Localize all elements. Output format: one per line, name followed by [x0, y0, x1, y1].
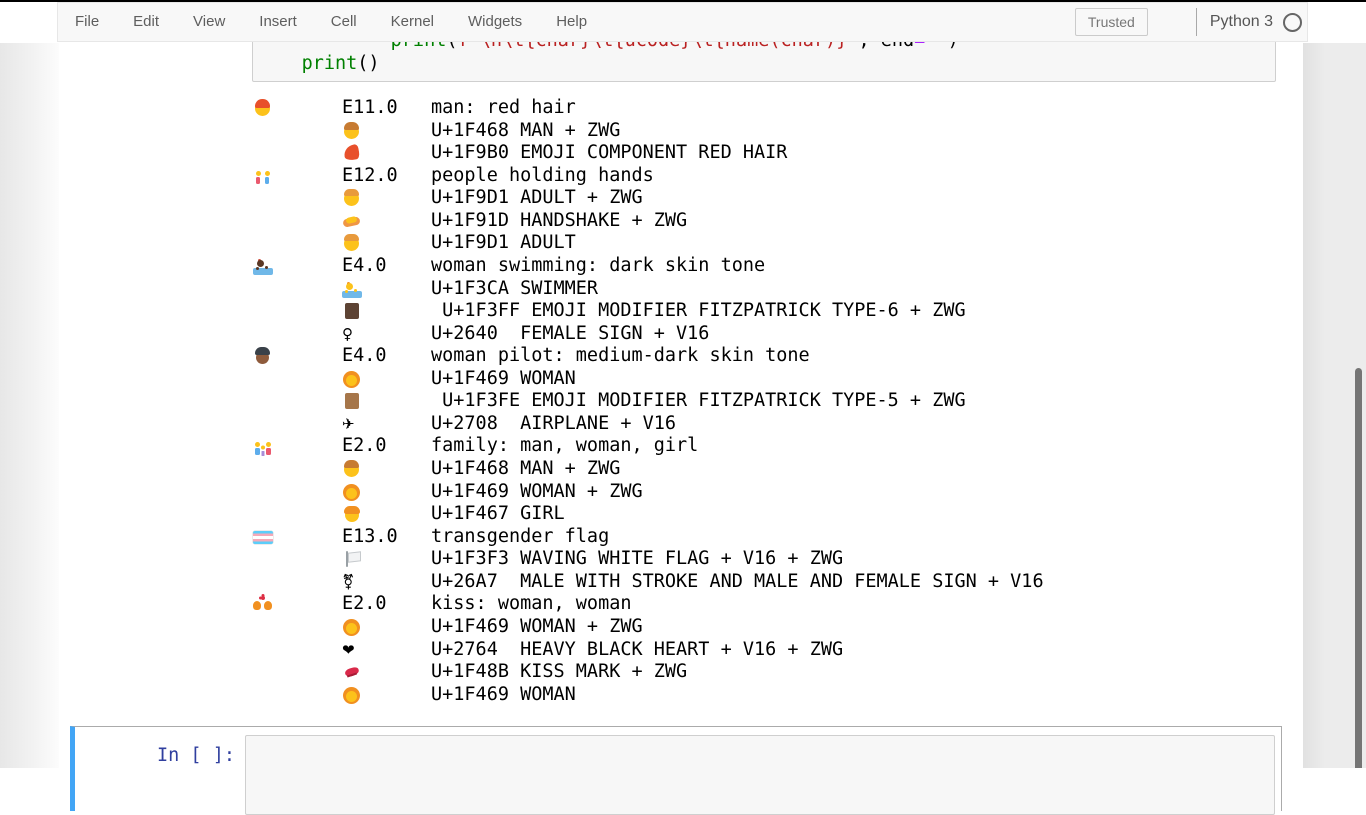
menu-item-kernel[interactable]: Kernel	[374, 3, 451, 41]
output-line: E13.0transgender flag	[253, 526, 1301, 549]
output-line: E2.0kiss: woman, woman	[253, 593, 1301, 616]
menubar-right: Trusted Python 3	[1075, 3, 1305, 41]
fitz6-emoji	[342, 301, 362, 321]
selected-empty-cell: In [ ]:	[70, 726, 1282, 811]
woman-pilot-dark-emoji	[253, 346, 273, 366]
left-gutter	[0, 43, 59, 768]
menu-item-cell[interactable]: Cell	[314, 3, 374, 41]
output-line: U+1F3FF EMOJI MODIFIER FITZPATRICK TYPE-…	[253, 300, 1301, 323]
notebook-container: print(f'\n\t{char}\t{ucode}\t{name(char)…	[59, 43, 1303, 768]
output-line: U+1F468 MAN + ZWG	[253, 120, 1301, 143]
output-line: U+1F467 GIRL	[253, 503, 1301, 526]
woman-emoji	[342, 369, 362, 389]
white-flag-emoji	[342, 549, 362, 569]
kiss-mark-emoji	[342, 662, 362, 682]
output-line: ♀U+2640 FEMALE SIGN + V16	[253, 323, 1301, 346]
man-red-hair-emoji	[253, 98, 273, 118]
girl-emoji	[342, 504, 362, 524]
empty-cell-input[interactable]	[245, 735, 1275, 815]
output-line: U+1F469 WOMAN	[253, 684, 1301, 707]
header-divider	[1196, 8, 1197, 36]
output-line: ⚧U+26A7 MALE WITH STROKE AND MALE AND FE…	[253, 571, 1301, 594]
scrollbar-thumb[interactable]	[1355, 368, 1362, 768]
female-sign-glyph: ♀	[342, 324, 364, 344]
menu-item-edit[interactable]: Edit	[116, 3, 176, 41]
red-hair-emoji	[342, 143, 362, 163]
adult-emoji	[342, 233, 362, 253]
man-emoji	[342, 459, 362, 479]
menu-item-help[interactable]: Help	[539, 3, 604, 41]
output-line: E4.0woman swimming: dark skin tone	[253, 255, 1301, 278]
people-holding-hands-emoji	[253, 166, 273, 186]
output-line: U+1F469 WOMAN	[253, 368, 1301, 391]
window-top-edge	[0, 0, 1366, 2]
kernel-idle-icon	[1283, 13, 1302, 32]
airplane-glyph: ✈	[342, 414, 364, 434]
output-line: U+1F9B0 EMOJI COMPONENT RED HAIR	[253, 142, 1301, 165]
handshake-emoji	[342, 211, 362, 231]
output-line: U+1F48B KISS MARK + ZWG	[253, 661, 1301, 684]
woman-emoji	[342, 482, 362, 502]
menu-item-file[interactable]: File	[58, 3, 116, 41]
menubar: FileEditViewInsertCellKernelWidgetsHelp …	[57, 2, 1308, 42]
menu-item-view[interactable]: View	[176, 3, 242, 41]
fitz5-emoji	[342, 391, 362, 411]
output-line: ✈U+2708 AIRPLANE + V16	[253, 413, 1301, 436]
transgender-symbol-glyph: ⚧	[342, 572, 364, 592]
output-line: U+1F3CA SWIMMER	[253, 278, 1301, 301]
output-line: U+1F468 MAN + ZWG	[253, 458, 1301, 481]
menu-item-insert[interactable]: Insert	[242, 3, 314, 41]
heavy-black-heart-glyph: ❤	[342, 640, 364, 660]
family-emoji	[253, 436, 273, 456]
output-line: E12.0people holding hands	[253, 165, 1301, 188]
output-line: E11.0man: red hair	[253, 97, 1301, 120]
output-line: U+1F3FE EMOJI MODIFIER FITZPATRICK TYPE-…	[253, 390, 1301, 413]
output-area: E11.0man: red hairU+1F468 MAN + ZWGU+1F9…	[253, 97, 1301, 706]
code-line: print()	[257, 53, 1275, 76]
woman-emoji	[342, 685, 362, 705]
menu-item-widgets[interactable]: Widgets	[451, 3, 539, 41]
output-line: U+1F469 WOMAN + ZWG	[253, 616, 1301, 639]
input-prompt: In [ ]:	[157, 745, 235, 766]
transgender-flag-emoji	[253, 527, 273, 547]
adult-emoji	[342, 188, 362, 208]
kiss-woman-woman-emoji	[253, 594, 273, 614]
output-line: U+1F9D1 ADULT	[253, 232, 1301, 255]
output-line: U+1F3F3 WAVING WHITE FLAG + V16 + ZWG	[253, 548, 1301, 571]
output-line: E4.0woman pilot: medium-dark skin tone	[253, 345, 1301, 368]
trusted-badge[interactable]: Trusted	[1075, 8, 1148, 36]
output-line: U+1F9D1 ADULT + ZWG	[253, 187, 1301, 210]
output-line: ❤U+2764 HEAVY BLACK HEART + V16 + ZWG	[253, 639, 1301, 662]
swimmer-emoji	[342, 279, 362, 299]
swimmer-dark-emoji	[253, 256, 273, 276]
man-emoji	[342, 121, 362, 141]
output-line: E2.0family: man, woman, girl	[253, 435, 1301, 458]
woman-emoji	[342, 617, 362, 637]
kernel-name-label: Python 3	[1210, 13, 1273, 31]
output-line: U+1F469 WOMAN + ZWG	[253, 481, 1301, 504]
output-line: U+1F91D HANDSHAKE + ZWG	[253, 210, 1301, 233]
